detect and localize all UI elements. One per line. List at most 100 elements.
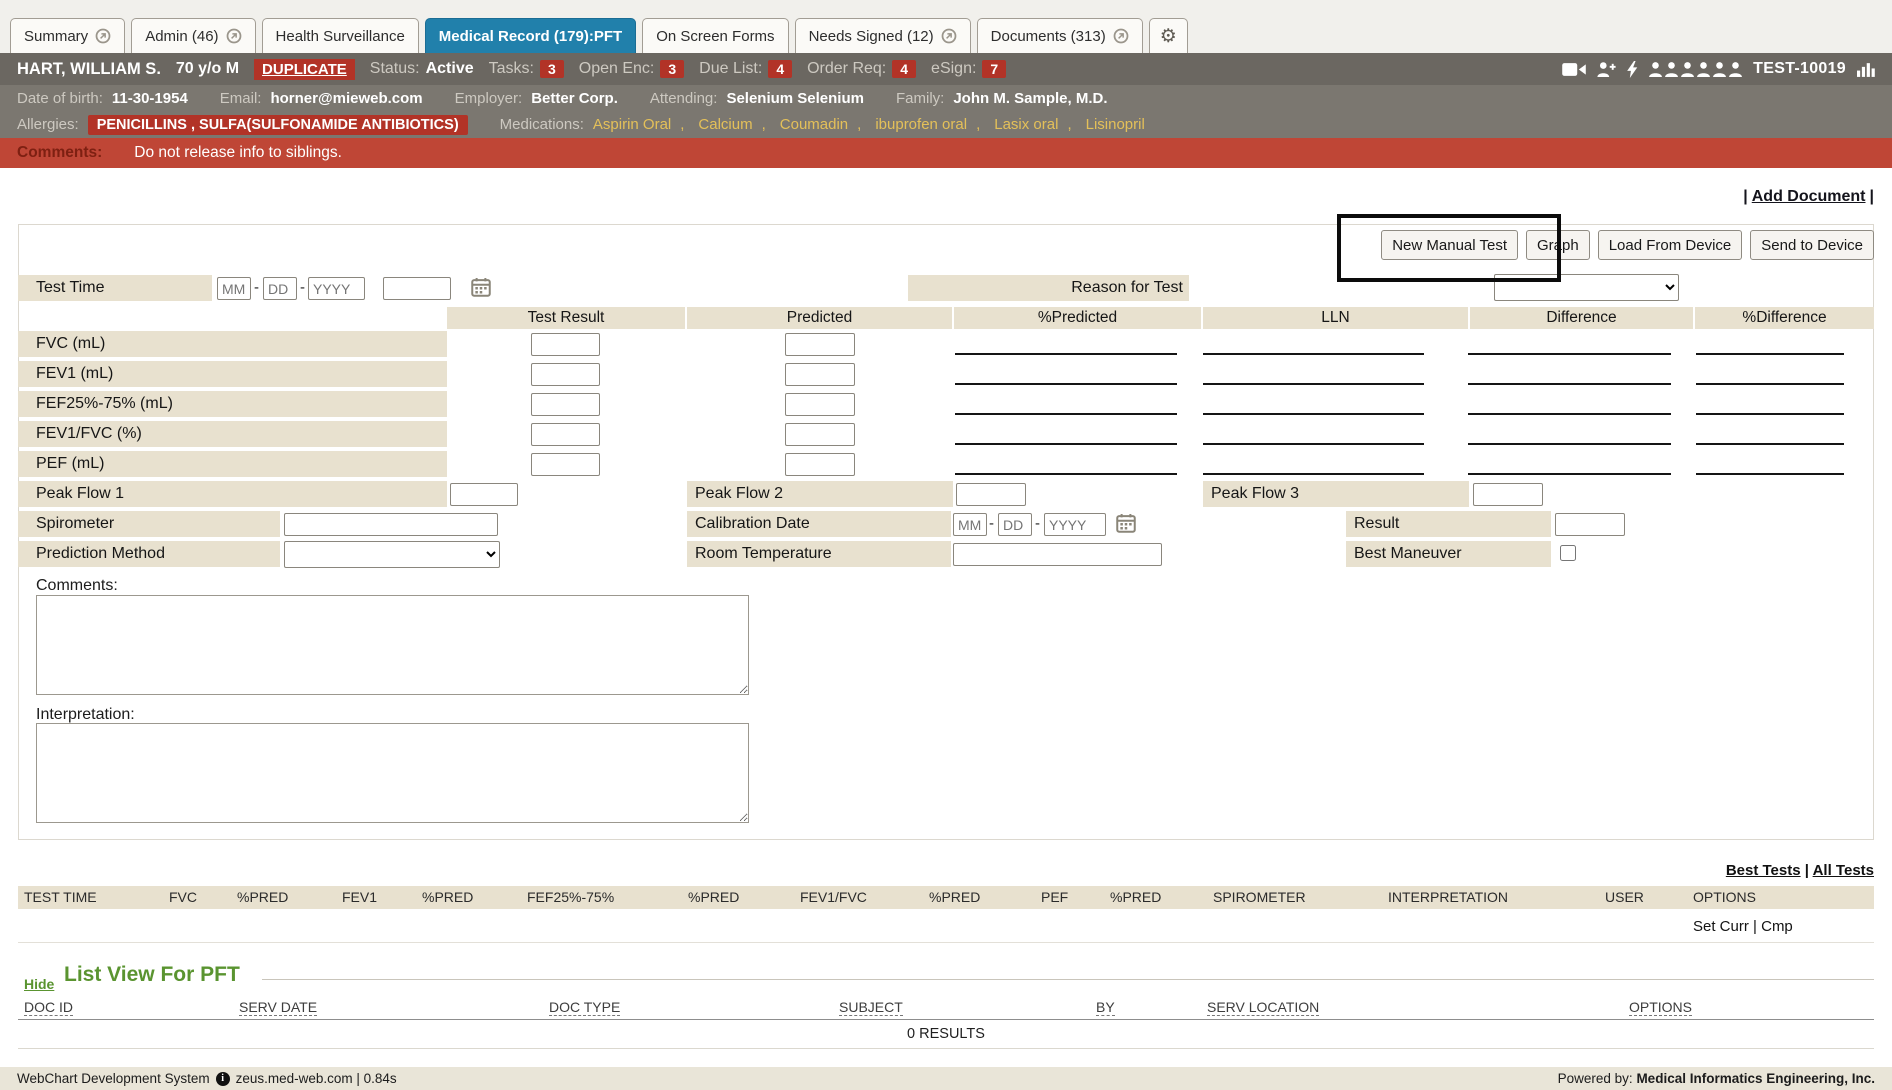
fvc-predicted-input[interactable] xyxy=(785,333,855,356)
user-icon xyxy=(1665,62,1678,77)
fef-predicted-input[interactable] xyxy=(785,393,855,416)
fvc-lln-value xyxy=(1203,331,1424,355)
info-icon[interactable]: i xyxy=(216,1072,230,1086)
chart-icon[interactable] xyxy=(1857,62,1875,77)
peak-flow-3-label: Peak Flow 3 xyxy=(1203,481,1469,507)
peak-flow-3-input[interactable] xyxy=(1473,483,1543,506)
fef-test-result-input[interactable] xyxy=(531,393,600,416)
peak-flow-2-label: Peak Flow 2 xyxy=(687,481,953,507)
add-person-icon[interactable] xyxy=(1597,62,1616,77)
video-call-icon[interactable] xyxy=(1562,62,1586,77)
date-dash: - xyxy=(1035,515,1040,532)
best-maneuver-checkbox[interactable] xyxy=(1560,545,1576,561)
settings-tab[interactable]: ⚙ xyxy=(1149,18,1188,53)
calibration-dd-input[interactable] xyxy=(998,513,1032,536)
list-column-options[interactable]: OPTIONS xyxy=(1629,999,1692,1016)
load-from-device-button[interactable]: Load From Device xyxy=(1598,230,1743,260)
room-temperature-input[interactable] xyxy=(953,543,1162,566)
test-time-dd-input[interactable] xyxy=(263,277,297,300)
cmp-link[interactable]: Cmp xyxy=(1761,918,1793,935)
duplicate-badge[interactable]: DUPLICATE xyxy=(254,59,355,80)
esign-count-badge[interactable]: 7 xyxy=(982,60,1006,78)
open-popup-icon[interactable] xyxy=(95,28,111,44)
family-value: John M. Sample, M.D. xyxy=(953,90,1107,107)
tab-health-surveillance[interactable]: Health Surveillance xyxy=(262,18,419,53)
open-popup-icon[interactable] xyxy=(226,28,242,44)
list-column-doc-type[interactable]: DOC TYPE xyxy=(549,999,620,1016)
open-popup-icon[interactable] xyxy=(1113,28,1129,44)
pft-page: Summary Admin (46) Health Surveillance M… xyxy=(0,0,1892,1090)
fef-pct-predicted-value xyxy=(955,391,1177,415)
list-column-subject[interactable]: SUBJECT xyxy=(839,999,903,1016)
fev1-fvc-predicted-input[interactable] xyxy=(785,423,855,446)
row-label-fef: FEF25%-75% (mL) xyxy=(18,391,447,417)
set-curr-link[interactable]: Set Curr xyxy=(1693,918,1749,935)
active-users-icons xyxy=(1649,62,1742,77)
open-enc-count-badge[interactable]: 3 xyxy=(660,60,684,78)
fev1-test-result-input[interactable] xyxy=(531,363,600,386)
tab-needs-signed-label: Needs Signed (12) xyxy=(809,28,934,45)
list-column-doc-id[interactable]: DOC ID xyxy=(24,999,73,1016)
employer-label: Employer: xyxy=(455,90,523,107)
patient-info-row: Date of birth: 11-30-1954 Email: horner@… xyxy=(0,85,1892,111)
calibration-mm-input[interactable] xyxy=(953,513,987,536)
hide-link[interactable]: Hide xyxy=(24,976,54,992)
fev1-fvc-test-result-input[interactable] xyxy=(531,423,600,446)
test-time-yyyy-input[interactable] xyxy=(308,277,365,300)
test-time-time-input[interactable] xyxy=(383,277,451,300)
graph-button[interactable]: Graph xyxy=(1526,230,1590,260)
medication-link[interactable]: ibuprofen oral xyxy=(875,116,967,133)
new-manual-test-button[interactable]: New Manual Test xyxy=(1381,230,1518,260)
medication-link[interactable]: Lasix oral xyxy=(994,116,1058,133)
test-time-mm-input[interactable] xyxy=(217,277,251,300)
tab-medical-record[interactable]: Medical Record (179):PFT xyxy=(425,18,636,53)
open-popup-icon[interactable] xyxy=(941,28,957,44)
order-req-count-badge[interactable]: 4 xyxy=(892,60,916,78)
comments-textarea[interactable] xyxy=(36,595,749,695)
add-document-link[interactable]: Add Document xyxy=(1752,188,1866,205)
peak-flow-2-input[interactable] xyxy=(956,483,1026,506)
send-to-device-button[interactable]: Send to Device xyxy=(1750,230,1874,260)
due-list-count-badge[interactable]: 4 xyxy=(768,60,792,78)
prediction-method-select[interactable] xyxy=(284,541,500,568)
tab-summary[interactable]: Summary xyxy=(10,18,125,53)
user-icon xyxy=(1729,62,1742,77)
calendar-icon[interactable] xyxy=(471,277,491,297)
medication-link[interactable]: Lisinopril xyxy=(1086,116,1145,133)
tab-documents[interactable]: Documents (313) xyxy=(977,18,1143,53)
spirometer-input[interactable] xyxy=(284,513,498,536)
pef-predicted-input[interactable] xyxy=(785,453,855,476)
fev1-predicted-input[interactable] xyxy=(785,363,855,386)
medication-link[interactable]: Aspirin Oral xyxy=(593,116,671,133)
comments-banner-text: Do not release info to siblings. xyxy=(134,144,342,162)
list-column-serv-date[interactable]: SERV DATE xyxy=(239,999,317,1016)
separator: | xyxy=(1753,918,1757,935)
best-maneuver-label: Best Maneuver xyxy=(1346,541,1551,567)
allergy-badge[interactable]: PENICILLINS , SULFA(SULFONAMIDE ANTIBIOT… xyxy=(88,115,468,135)
powered-by-value: Medical Informatics Engineering, Inc. xyxy=(1636,1071,1875,1086)
calibration-yyyy-input[interactable] xyxy=(1044,513,1106,536)
tab-on-screen-forms[interactable]: On Screen Forms xyxy=(642,18,788,53)
tab-needs-signed[interactable]: Needs Signed (12) xyxy=(795,18,971,53)
reason-for-test-select[interactable] xyxy=(1494,274,1679,301)
list-column-serv-location[interactable]: SERV LOCATION xyxy=(1207,999,1319,1016)
quick-action-lightning-icon[interactable] xyxy=(1627,61,1638,78)
medication-link[interactable]: Calcium xyxy=(698,116,752,133)
row-label-fvc: FVC (mL) xyxy=(18,331,447,357)
tasks-label: Tasks: xyxy=(489,60,534,78)
list-column-by[interactable]: BY xyxy=(1096,999,1115,1016)
pef-test-result-input[interactable] xyxy=(531,453,600,476)
best-tests-link[interactable]: Best Tests xyxy=(1726,862,1801,879)
fvc-test-result-input[interactable] xyxy=(531,333,600,356)
tab-on-screen-forms-label: On Screen Forms xyxy=(656,28,774,45)
results-empty-row xyxy=(18,909,1874,943)
medication-link[interactable]: Coumadin xyxy=(780,116,848,133)
tasks-count-badge[interactable]: 3 xyxy=(540,60,564,78)
tab-admin[interactable]: Admin (46) xyxy=(131,18,255,53)
result-input[interactable] xyxy=(1555,513,1625,536)
calendar-icon[interactable] xyxy=(1116,513,1136,533)
interpretation-textarea[interactable] xyxy=(36,723,749,823)
patient-header-icons: TEST-10019 xyxy=(1562,60,1875,78)
all-tests-link[interactable]: All Tests xyxy=(1813,862,1874,879)
peak-flow-1-input[interactable] xyxy=(450,483,518,506)
